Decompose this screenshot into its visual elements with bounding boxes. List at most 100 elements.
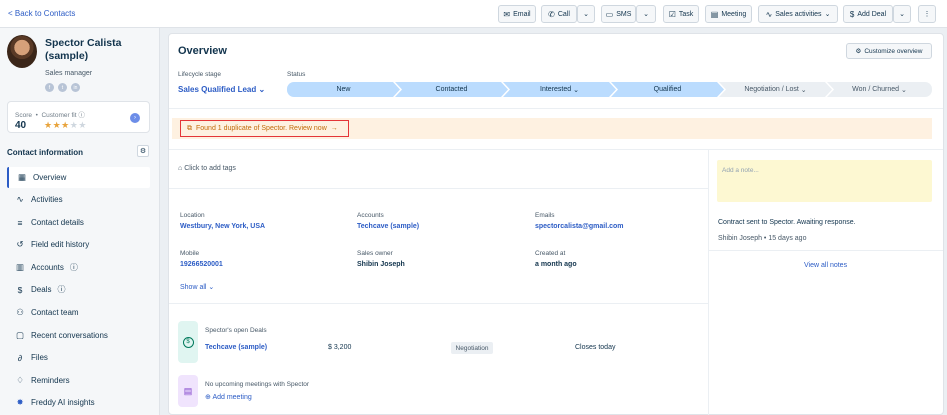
chevron-down-icon: ⌄ [643,11,649,18]
accounts-value[interactable]: Techcave (sample) [357,223,419,230]
add-tags-button[interactable]: ⌂ Click to add tags [178,165,236,172]
sidebar-settings-button[interactable]: ⚙ [137,145,149,157]
sidebar-item-freddy-ai-insights[interactable]: ✸ Freddy AI insights [7,392,150,413]
customize-overview-button[interactable]: ⚙ Customize overview [846,43,932,59]
open-deals-heading: Spector's open Deals [205,327,267,334]
gear-icon: ⚙ [855,48,862,55]
latest-note-text: Contract sent to Spector. Awaiting respo… [718,219,856,226]
divider [169,108,943,109]
sidebar-item-contact-details[interactable]: ≡ Contact details [7,212,150,233]
star-filled-icon: ★ [44,120,53,130]
sidebar-item-deals[interactable]: $ Deals ⓘ [7,279,150,300]
grid-icon: ▦ [17,172,27,182]
status-label: Status [287,71,306,78]
score-value: 40 [15,120,27,131]
latest-note-meta: Shibin Joseph • 15 days ago [718,235,807,242]
email-button[interactable]: ✉ Email [498,5,536,23]
sms-icon: ▭ [605,9,614,19]
calendar-icon: ▤ [710,9,719,19]
sidebar-item-files[interactable]: ∂ Files [7,347,150,368]
status-stage-won-churned[interactable]: Won / Churned ⌄ [827,82,932,97]
duplicate-review-link[interactable]: ⧉ Found 1 duplicate of Spector. Review no… [180,120,349,137]
gear-icon: ⚙ [139,148,147,155]
history-icon: ↺ [16,239,24,249]
page-title: Overview [178,45,227,57]
created-at-label: Created at [535,250,566,257]
sidebar-item-recent-conversations[interactable]: ▢ Recent conversations [7,325,150,346]
dollar-icon: $ [17,284,23,295]
divider [169,188,708,189]
accounts-label: Accounts [357,212,384,219]
sidebar-item-contact-team[interactable]: ⚇ Contact team [7,302,150,323]
team-icon: ⚇ [16,307,24,317]
contact-job-title: Sales manager [45,70,93,77]
twitter-icon[interactable]: t [58,83,67,92]
add-meeting-link[interactable]: ⊕ Add meeting [205,393,252,401]
sidebar-item-field-edit-history[interactable]: ↺ Field edit history [7,234,150,255]
status-stage-interested[interactable]: Interested ⌄ [503,82,616,97]
arrow-right-icon: → [330,125,338,132]
show-all-button[interactable]: Show all ⌄ [180,283,214,291]
call-dropdown-button[interactable]: ⌄ [577,5,595,23]
avatar [7,35,37,68]
lifecycle-stage-dropdown[interactable]: Sales Qualified Lead ⌄ [178,85,265,94]
back-to-contacts-link[interactable]: < Back to Contacts [8,9,75,18]
created-at-value: a month ago [535,261,577,268]
activity-icon: ∿ [16,194,24,204]
status-stage-contacted[interactable]: Contacted [395,82,508,97]
sidebar-item-accounts[interactable]: ▥ Accounts ⓘ [7,257,150,278]
emails-value[interactable]: spectorcalista@gmail.com [535,223,624,230]
facebook-icon[interactable]: f [45,83,54,92]
linkedin-icon[interactable]: in [71,83,80,92]
phone-icon: ✆ [548,9,555,19]
sales-owner-label: Sales owner [357,250,393,257]
status-stage-qualified[interactable]: Qualified [611,82,724,97]
meeting-button[interactable]: ▤ Meeting [705,5,752,23]
status-stage-new[interactable]: New [287,82,400,97]
mobile-value[interactable]: 19266520001 [180,261,223,268]
expand-score-button[interactable]: › [130,113,140,123]
divider [169,149,943,150]
checkbox-icon: ☑ [668,9,676,19]
deals-card-icon: $ [178,321,198,363]
deal-amount: $ 3,200 [328,344,352,351]
info-icon: ⓘ [57,285,66,294]
chat-icon: ▢ [15,330,25,340]
location-value[interactable]: Westbury, New York, USA [180,223,265,230]
no-meetings-text: No upcoming meetings with Spector [205,381,310,388]
column-divider [708,150,709,415]
divider [709,250,943,251]
task-button[interactable]: ☑ Task [663,5,699,23]
building-icon: ▥ [15,262,25,272]
status-stage-negotiation-lost[interactable]: Negotiation / Lost ⌄ [719,82,832,97]
sales-activities-button[interactable]: ∿ Sales activities ⌄ [758,5,838,23]
note-placeholder: Add a note... [722,167,759,174]
sidebar-item-activities[interactable]: ∿ Activities [7,189,150,210]
paperclip-icon: ∂ [17,352,23,363]
sms-button[interactable]: ▭ SMS [601,5,636,23]
score-label: Score • Customer fit ⓘ [15,112,85,119]
lifecycle-stage-label: Lifecycle stage [178,71,221,78]
sidebar-item-overview[interactable]: ▦ Overview [7,167,150,188]
call-button[interactable]: ✆ Call [541,5,577,23]
chevron-down-icon: ⌄ [800,86,807,94]
more-options-button[interactable]: ⋮ [918,5,936,23]
deal-name-link[interactable]: Techcave (sample) [205,344,267,351]
ai-sparkle-icon: ✸ [16,397,24,407]
plus-circle-icon: ⊕ [205,394,211,401]
calendar-icon: ▤ [178,375,198,407]
kebab-menu-icon: ⋮ [923,11,931,18]
activity-icon: ∿ [765,9,773,19]
location-label: Location [180,212,205,219]
add-deal-button[interactable]: $ Add Deal [843,5,893,23]
customer-fit-stars: ★★★★★ [44,120,87,131]
sidebar-item-reminders[interactable]: ♢ Reminders [7,370,150,391]
view-all-notes-link[interactable]: View all notes [804,262,847,269]
chevron-down-icon: ⌄ [824,11,831,18]
duplicate-icon: ⧉ [187,124,192,132]
sms-dropdown-button[interactable]: ⌄ [636,5,656,23]
add-deal-dropdown-button[interactable]: ⌄ [893,5,911,23]
bell-icon: ♢ [16,375,24,385]
tag-icon: ⌂ [178,165,183,172]
list-icon: ≡ [17,217,23,228]
